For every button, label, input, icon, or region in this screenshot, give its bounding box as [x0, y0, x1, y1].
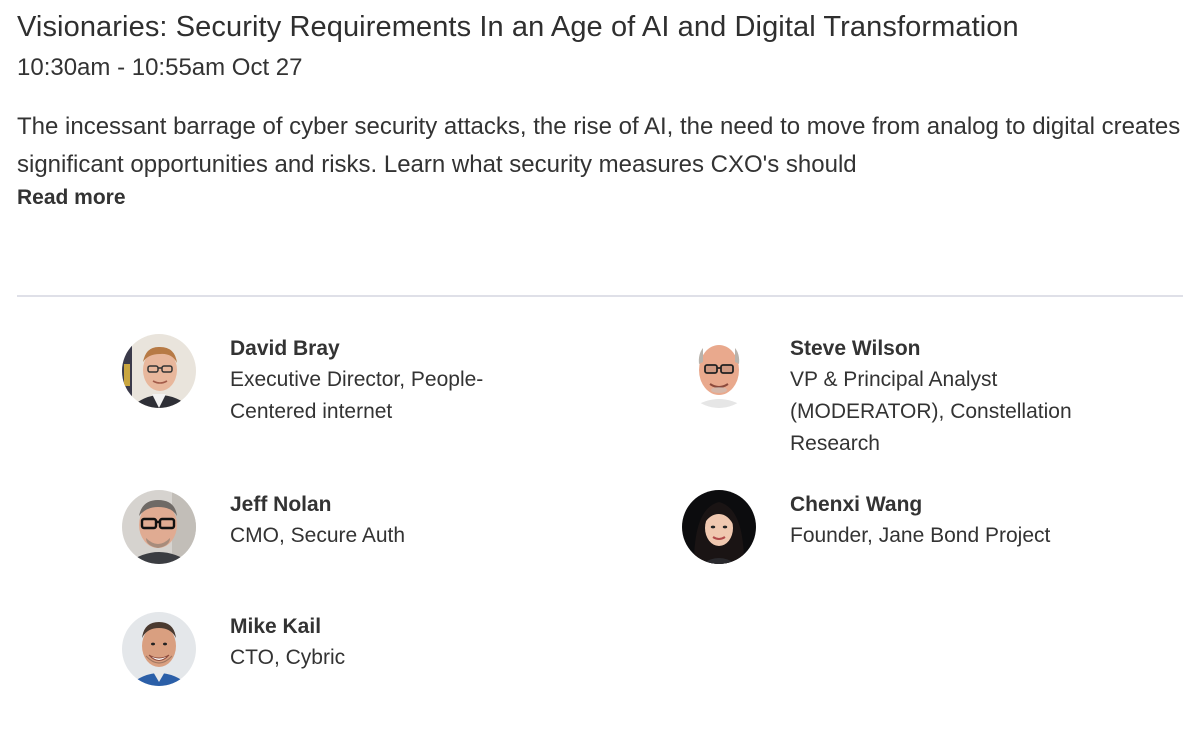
session-description: The incessant barrage of cyber security …: [17, 113, 1181, 178]
speaker-name[interactable]: Jeff Nolan: [230, 490, 550, 520]
speaker-avatar[interactable]: [682, 334, 756, 408]
speaker-avatar[interactable]: [122, 334, 196, 408]
speaker-card[interactable]: Jeff Nolan CMO, Secure Auth: [122, 490, 562, 610]
session-header: Visionaries: Security Requirements In an…: [17, 0, 1183, 212]
speaker-role: CMO, Secure Auth: [230, 524, 406, 547]
speaker-card[interactable]: David Bray Executive Director, People-Ce…: [122, 334, 562, 454]
speaker-avatar[interactable]: [682, 490, 756, 564]
speaker-role: VP & Principal Analyst (MODERATOR), Cons…: [790, 368, 1072, 455]
speaker-role: Executive Director, People-Centered inte…: [230, 368, 484, 423]
speaker-avatar[interactable]: [122, 490, 196, 564]
speaker-avatar[interactable]: [122, 612, 196, 686]
speaker-role: Founder, Jane Bond Project: [790, 524, 1051, 547]
speaker-name[interactable]: Steve Wilson: [790, 334, 1110, 364]
section-divider: [17, 295, 1183, 297]
speaker-card[interactable]: Steve Wilson VP & Principal Analyst (MOD…: [682, 334, 1122, 455]
speaker-card[interactable]: Mike Kail CTO, Cybric: [122, 612, 562, 732]
speaker-card[interactable]: Chenxi Wang Founder, Jane Bond Project: [682, 490, 1122, 610]
speaker-role: CTO, Cybric: [230, 646, 346, 669]
speaker-name[interactable]: Chenxi Wang: [790, 490, 1110, 520]
session-title: Visionaries: Security Requirements In an…: [17, 11, 1019, 43]
read-more-link[interactable]: Read more: [17, 184, 126, 212]
speaker-name[interactable]: David Bray: [230, 334, 550, 364]
speaker-name[interactable]: Mike Kail: [230, 612, 550, 642]
session-time: 10:30am - 10:55am Oct 27: [17, 54, 303, 81]
